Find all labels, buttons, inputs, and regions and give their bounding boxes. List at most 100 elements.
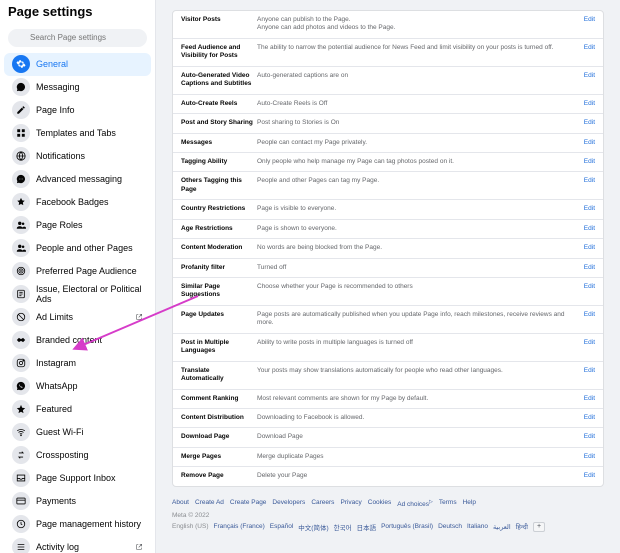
add-language-button[interactable]: + [533, 522, 545, 532]
edit-link[interactable]: Edit [584, 283, 595, 290]
edit-link[interactable]: Edit [584, 367, 595, 374]
setting-label: Auto-Generated Video Captions and Subtit… [181, 72, 253, 89]
sidebar-item-instagram[interactable]: Instagram [4, 352, 151, 375]
sidebar-item-whatsapp[interactable]: WhatsApp [4, 375, 151, 398]
edit-link[interactable]: Edit [584, 72, 595, 79]
edit-link[interactable]: Edit [584, 205, 595, 212]
footer-link[interactable]: Careers [311, 499, 334, 508]
footer-link[interactable]: About [172, 499, 189, 508]
sidebar-item-page-roles[interactable]: Page Roles [4, 214, 151, 237]
edit-link[interactable]: Edit [584, 244, 595, 251]
sidebar-item-crossposting[interactable]: Crossposting [4, 444, 151, 467]
sidebar-item-general[interactable]: General [4, 53, 151, 76]
people-icon [12, 216, 30, 234]
main-content: Visitor PostsAnyone can publish to the P… [156, 0, 620, 553]
external-link-icon [135, 543, 143, 551]
footer-link[interactable]: Terms [439, 499, 457, 508]
edit-link[interactable]: Edit [584, 395, 595, 402]
footer-lang[interactable]: 日本語 [357, 522, 377, 532]
footer-lang[interactable]: 中文(简体) [298, 522, 328, 532]
pencil-icon [12, 101, 30, 119]
sidebar-item-page-support-inbox[interactable]: Page Support Inbox [4, 467, 151, 490]
sidebar-item-label: WhatsApp [36, 381, 78, 391]
setting-label: Content Distribution [181, 414, 253, 422]
edit-link[interactable]: Edit [584, 119, 595, 126]
sidebar-item-facebook-badges[interactable]: Facebook Badges [4, 191, 151, 214]
sidebar-item-featured[interactable]: Featured [4, 398, 151, 421]
footer-link[interactable]: Ad choices▷ [397, 499, 433, 508]
sidebar: Page settings GeneralMessagingPage InfoT… [0, 0, 156, 553]
sidebar-item-payments[interactable]: Payments [4, 490, 151, 513]
setting-label: Auto-Create Reels [181, 100, 253, 108]
setting-label: Age Restrictions [181, 225, 253, 233]
sidebar-item-people-and-other-pages[interactable]: People and other Pages [4, 237, 151, 260]
edit-link[interactable]: Edit [584, 472, 595, 479]
setting-label: Similar Page Suggestions [181, 283, 253, 300]
setting-row: Translate AutomaticallyYour posts may sh… [173, 362, 603, 390]
sidebar-item-guest-wi-fi[interactable]: Guest Wi-Fi [4, 421, 151, 444]
edit-link[interactable]: Edit [584, 225, 595, 232]
footer-link[interactable]: Cookies [368, 499, 391, 508]
sidebar-item-advanced-messaging[interactable]: Advanced messaging [4, 168, 151, 191]
search-input[interactable] [8, 29, 147, 47]
setting-row: Content DistributionDownloading to Faceb… [173, 409, 603, 428]
setting-label: Feed Audience and Visibility for Posts [181, 44, 253, 61]
setting-description: Downloading to Facebook is allowed. [253, 414, 580, 422]
footer-meta: Meta © 2022 [172, 512, 604, 519]
sidebar-item-issue-electoral-or-political-ads[interactable]: Issue, Electoral or Political Ads [4, 283, 151, 306]
footer-link[interactable]: Developers [272, 499, 305, 508]
edit-link[interactable]: Edit [584, 158, 595, 165]
footer-link[interactable]: Create Ad [195, 499, 224, 508]
sidebar-item-messaging[interactable]: Messaging [4, 76, 151, 99]
sidebar-item-page-info[interactable]: Page Info [4, 99, 151, 122]
footer-lang[interactable]: 한국어 [334, 522, 352, 532]
footer-lang[interactable]: Português (Brasil) [381, 523, 433, 530]
sidebar-item-preferred-page-audience[interactable]: Preferred Page Audience [4, 260, 151, 283]
footer-lang[interactable]: Italiano [467, 523, 488, 530]
setting-row: Post in Multiple LanguagesAbility to wri… [173, 334, 603, 362]
edit-link[interactable]: Edit [584, 453, 595, 460]
sidebar-item-branded-content[interactable]: Branded content [4, 329, 151, 352]
footer-lang[interactable]: हिन्दी [516, 522, 528, 531]
footer-lang[interactable]: Español [270, 523, 294, 530]
sidebar-item-templates-and-tabs[interactable]: Templates and Tabs [4, 122, 151, 145]
sidebar-item-label: Featured [36, 404, 72, 414]
footer-lang[interactable]: Deutsch [438, 523, 462, 530]
sidebar-item-label: Instagram [36, 358, 76, 368]
sidebar-item-page-management-history[interactable]: Page management history [4, 513, 151, 536]
setting-description: People and other Pages can tag my Page. [253, 177, 580, 185]
setting-row: Feed Audience and Visibility for PostsTh… [173, 39, 603, 67]
instagram-icon [12, 354, 30, 372]
edit-link[interactable]: Edit [584, 433, 595, 440]
sidebar-item-label: People and other Pages [36, 243, 133, 253]
footer-lang[interactable]: العربية [493, 523, 511, 531]
setting-label: Visitor Posts [181, 16, 253, 24]
footer-link[interactable]: Create Page [230, 499, 267, 508]
sidebar-item-notifications[interactable]: Notifications [4, 145, 151, 168]
setting-description: Merge duplicate Pages [253, 453, 580, 461]
setting-label: Post and Story Sharing [181, 119, 253, 127]
sidebar-item-ad-limits[interactable]: Ad Limits [4, 306, 151, 329]
sidebar-item-activity-log[interactable]: Activity log [4, 536, 151, 553]
edit-link[interactable]: Edit [584, 44, 595, 51]
history-icon [12, 515, 30, 533]
external-link-icon [135, 313, 143, 321]
edit-link[interactable]: Edit [584, 100, 595, 107]
edit-link[interactable]: Edit [584, 311, 595, 318]
setting-label: Page Updates [181, 311, 253, 319]
sidebar-item-label: Advanced messaging [36, 174, 122, 184]
setting-row: Tagging AbilityOnly people who help mana… [173, 153, 603, 172]
setting-row: Download PageDownload PageEdit [173, 428, 603, 447]
sidebar-item-label: Activity log [36, 542, 79, 552]
edit-link[interactable]: Edit [584, 139, 595, 146]
edit-link[interactable]: Edit [584, 264, 595, 271]
edit-link[interactable]: Edit [584, 339, 595, 346]
edit-link[interactable]: Edit [584, 177, 595, 184]
footer-link[interactable]: Help [463, 499, 476, 508]
footer-link[interactable]: Privacy [340, 499, 361, 508]
globe-icon [12, 147, 30, 165]
footer-lang[interactable]: Français (France) [213, 523, 264, 530]
edit-link[interactable]: Edit [584, 414, 595, 421]
edit-link[interactable]: Edit [584, 16, 595, 23]
setting-description: Page is visible to everyone. [253, 205, 580, 213]
